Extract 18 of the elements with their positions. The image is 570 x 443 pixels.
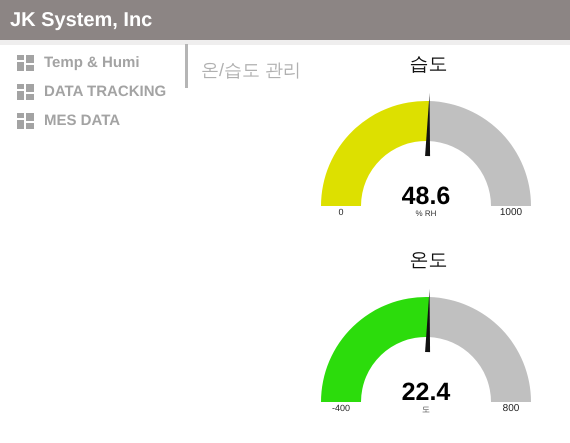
sidebar-item[interactable]: Temp & Humi [0, 53, 167, 72]
gauge-unit: % RH [416, 209, 436, 218]
sidebar-item[interactable]: MES DATA [0, 111, 167, 130]
gauge-value: 48.6 [402, 182, 450, 210]
gauge-title: 온도 [410, 249, 448, 273]
gauge-value: 22.4 [402, 378, 450, 406]
grid-icon [17, 54, 34, 70]
gauge-min: -400 [332, 403, 350, 413]
gauge-unit: 도 [422, 405, 430, 414]
grid-icon [17, 84, 34, 100]
gauge-title: 습도 [410, 53, 448, 77]
app-title: JK System, Inc [10, 8, 152, 32]
grid-icon [17, 112, 34, 128]
sidebar-item[interactable]: DATA TRACKING [0, 82, 167, 101]
gauge-max: 1000 [500, 207, 522, 218]
page-title: 온/습도 관리 [185, 44, 315, 88]
gauge-max: 800 [502, 403, 520, 414]
gauge-min: 0 [338, 207, 344, 217]
